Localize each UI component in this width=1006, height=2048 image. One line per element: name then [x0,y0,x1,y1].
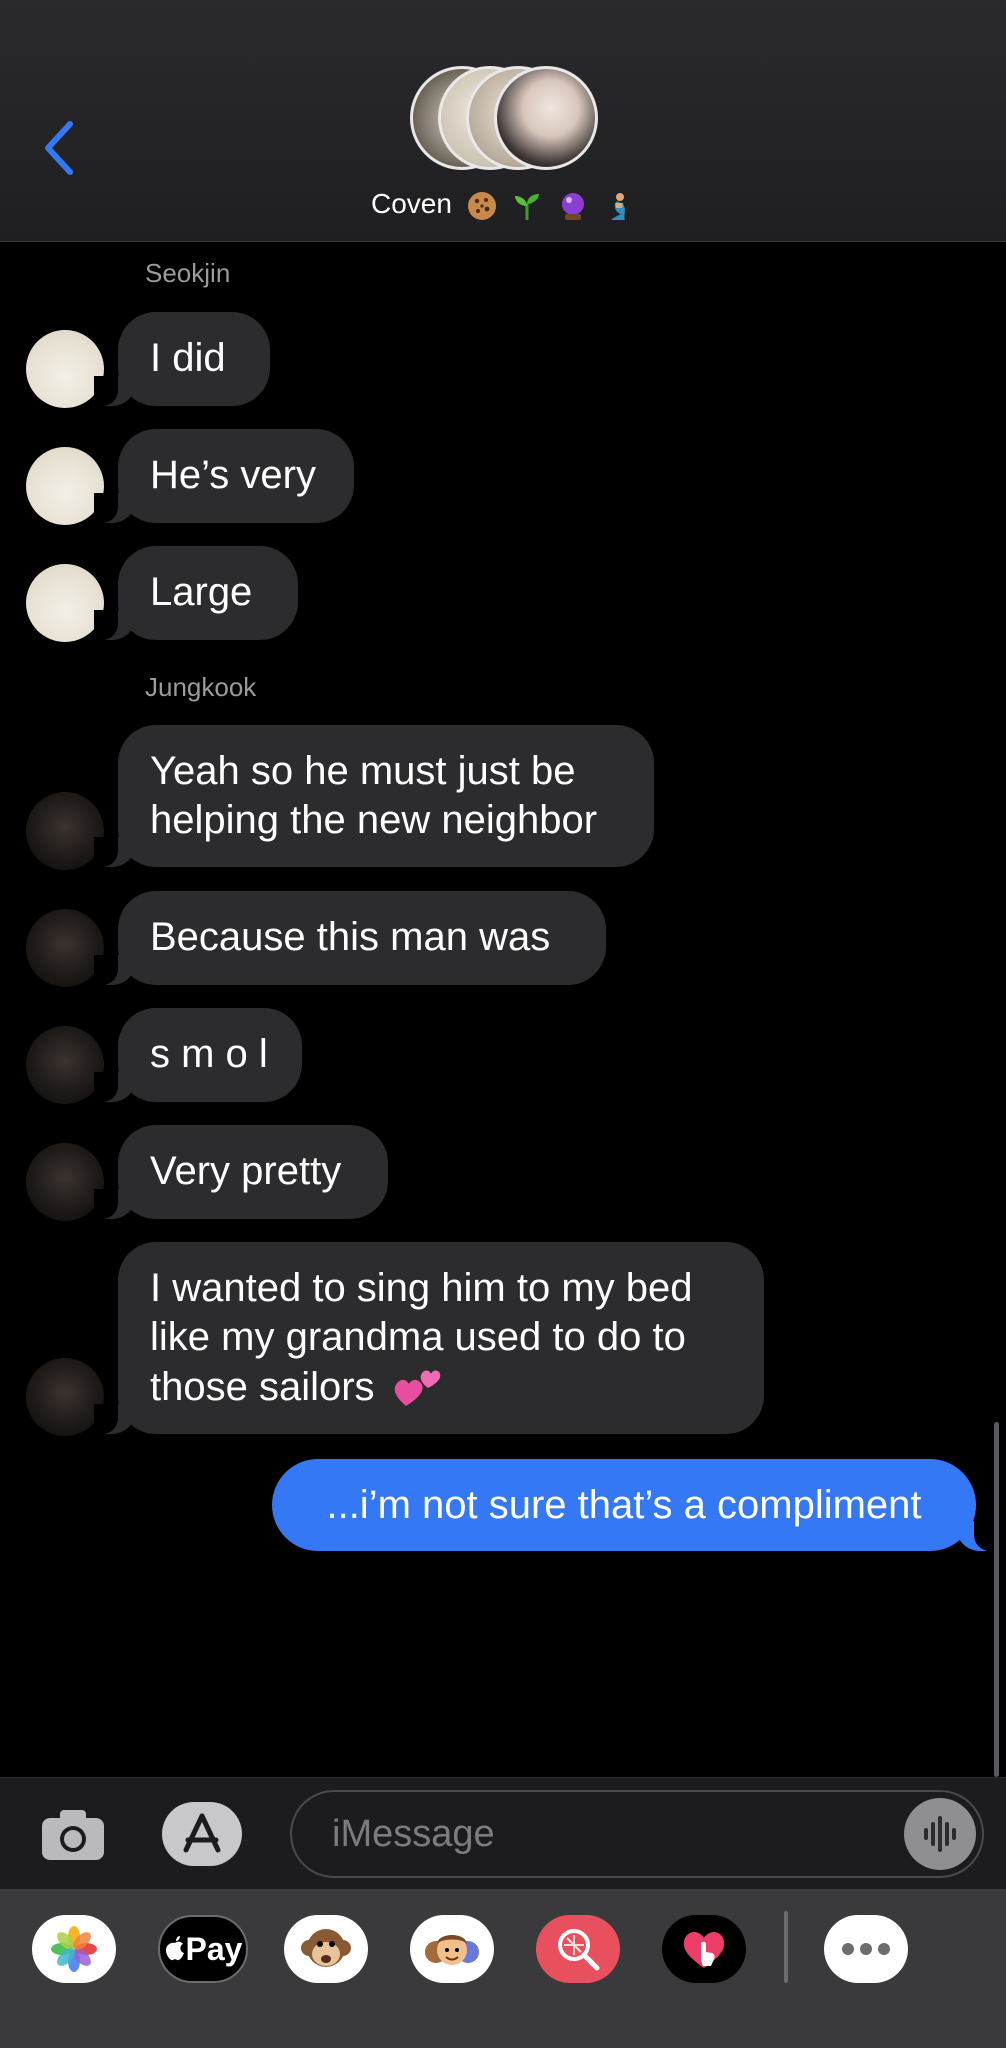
scrollbar[interactable] [994,1422,999,1777]
avatar-jungkook[interactable] [26,792,104,870]
message-text-line: helping the new neighbor [150,798,598,842]
message-bubble[interactable]: Very pretty [94,1125,388,1219]
message-row: Because this man was [0,891,1006,987]
message-row: s m o l [0,1008,1006,1104]
message-text-line: I wanted to sing him to my bed [150,1266,693,1310]
avatar-jungkook[interactable] [26,1143,104,1221]
message-bubble[interactable]: Yeah so he must just be helping the new … [94,725,654,867]
avatar-seokjin[interactable] [26,330,104,408]
avatar-jungkook[interactable] [26,1026,104,1104]
message-row: Very pretty [0,1125,1006,1221]
more-icon [842,1943,890,1955]
message-text: Because this man was [150,915,551,959]
outgoing-message-bubble[interactable]: ...i’m not sure that’s a compliment [272,1459,998,1551]
input-placeholder: iMessage [332,1813,495,1855]
group-avatar-stack[interactable] [410,66,600,174]
group-name-text: Coven [370,188,452,219]
apple-pay-button[interactable]: Pay [158,1915,248,1983]
apple-logo-icon [165,1936,184,1961]
crystal-ball-icon [562,192,585,220]
message-row: I did [0,312,1006,408]
avatar-jungkook[interactable] [26,1358,104,1436]
message-bubble[interactable]: He’s very [94,429,354,523]
app-store-icon [183,1813,221,1853]
message-input-bar: iMessage [0,1777,1006,1890]
message-text: I did [150,336,226,380]
group-title[interactable]: Coven [0,188,1006,222]
message-text-line: like my grandma used to do to [150,1315,686,1359]
message-bubble[interactable]: Large [94,546,298,640]
message-bubble[interactable]: s m o l [94,1008,302,1102]
message-text-line-last: those sailors [150,1365,375,1409]
apple-pay-label: Pay [185,1930,243,1967]
waveform-icon [924,1816,956,1852]
message-text: Very pretty [150,1149,342,1193]
drawer-divider [784,1911,788,1983]
app-drawer: Pay [0,1889,1006,2048]
more-apps-button[interactable] [824,1915,908,1983]
monkey-icon [301,1929,351,1967]
digital-touch-icon [683,1932,725,1968]
avatar-jungkook[interactable] [26,909,104,987]
photos-icon [51,1926,97,1972]
message-row: He’s very [0,429,1006,525]
conversation-header: Coven [0,0,1006,242]
message-text-line: Yeah so he must just be [150,749,576,793]
avatar-seokjin[interactable] [26,564,104,642]
group-avatar-4 [494,66,598,170]
cookie-icon [467,191,496,220]
message-text-line: those sailors [150,1362,732,1412]
app-store-button[interactable] [162,1802,242,1866]
sender-name-jungkook: Jungkook [145,672,257,702]
photos-app-button[interactable] [32,1915,116,1983]
sender-name-seokjin: Seokjin [145,258,231,288]
back-chevron-icon[interactable] [40,118,80,178]
camera-icon[interactable] [38,1804,108,1864]
avatar-seokjin[interactable] [26,447,104,525]
message-bubble[interactable]: I did [94,312,270,406]
two-hearts-icon [394,1370,440,1406]
message-bubble[interactable]: Because this man was [94,891,606,985]
message-text: He’s very [150,453,316,497]
message-row: Large [0,546,1006,642]
imessage-input-field[interactable]: iMessage [290,1790,984,1878]
message-text: s m o l [150,1032,268,1076]
memoji-icon [425,1935,479,1965]
merperson-icon [611,192,626,220]
message-bubble[interactable]: I wanted to sing him to my bed like my g… [94,1242,764,1434]
outgoing-message-text: ...i’m not sure that’s a compliment [326,1483,922,1527]
audio-record-button[interactable] [904,1798,976,1870]
message-row: I wanted to sing him to my bed like my g… [0,1242,1006,1436]
image-search-icon [558,1929,600,1971]
memoji-app-button[interactable] [410,1915,494,1983]
animoji-app-button[interactable] [284,1915,368,1983]
image-search-app-button[interactable] [536,1915,620,1983]
message-row: Yeah so he must just be helping the new … [0,725,1006,870]
message-text: Large [150,570,253,614]
seedling-icon [515,193,540,220]
digital-touch-app-button[interactable] [662,1915,746,1983]
